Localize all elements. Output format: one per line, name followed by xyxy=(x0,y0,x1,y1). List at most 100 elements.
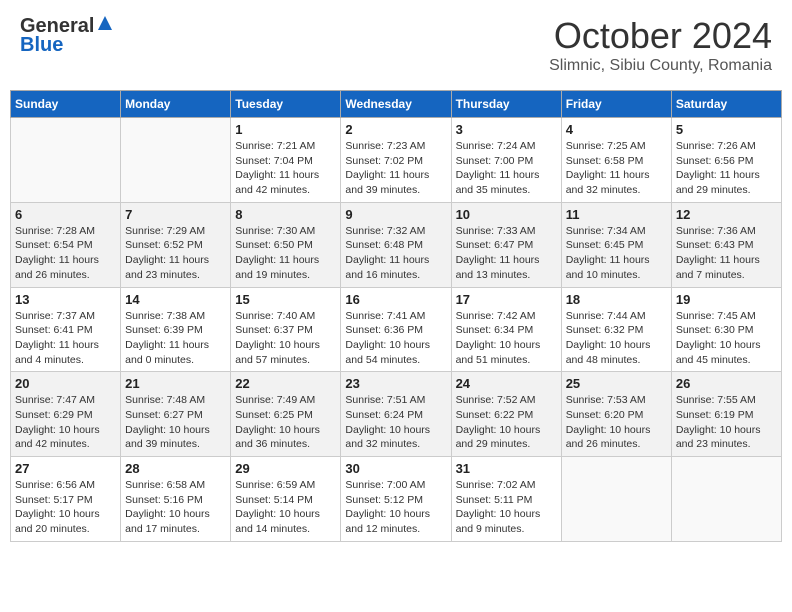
day-number: 2 xyxy=(345,122,446,137)
day-detail: Sunrise: 7:38 AMSunset: 6:39 PMDaylight:… xyxy=(125,309,226,368)
calendar-cell: 15 Sunrise: 7:40 AMSunset: 6:37 PMDayligh… xyxy=(231,287,341,372)
calendar-header-row: SundayMondayTuesdayWednesdayThursdayFrid… xyxy=(11,91,782,118)
day-detail: Sunrise: 6:56 AMSunset: 5:17 PMDaylight:… xyxy=(15,478,116,537)
day-number: 17 xyxy=(456,292,557,307)
day-detail: Sunrise: 7:30 AMSunset: 6:50 PMDaylight:… xyxy=(235,224,336,283)
day-detail: Sunrise: 7:37 AMSunset: 6:41 PMDaylight:… xyxy=(15,309,116,368)
calendar-cell: 4 Sunrise: 7:25 AMSunset: 6:58 PMDaylight… xyxy=(561,118,671,203)
calendar-cell xyxy=(11,118,121,203)
day-number: 18 xyxy=(566,292,667,307)
day-detail: Sunrise: 7:41 AMSunset: 6:36 PMDaylight:… xyxy=(345,309,446,368)
day-number: 30 xyxy=(345,461,446,476)
calendar-table: SundayMondayTuesdayWednesdayThursdayFrid… xyxy=(10,90,782,542)
day-number: 7 xyxy=(125,207,226,222)
calendar-cell: 31 Sunrise: 7:02 AMSunset: 5:11 PMDayligh… xyxy=(451,457,561,542)
day-detail: Sunrise: 7:47 AMSunset: 6:29 PMDaylight:… xyxy=(15,393,116,452)
day-number: 22 xyxy=(235,376,336,391)
calendar-cell: 10Sunrise: 7:33 AMSunset: 6:47 PMDayligh… xyxy=(451,202,561,287)
day-detail: Sunrise: 7:36 AMSunset: 6:43 PMDaylight:… xyxy=(676,224,777,283)
day-number: 24 xyxy=(456,376,557,391)
calendar-cell: 20 Sunrise: 7:47 AMSunset: 6:29 PMDayligh… xyxy=(11,372,121,457)
calendar-cell xyxy=(561,457,671,542)
day-number: 5 xyxy=(676,122,777,137)
day-detail: Sunrise: 7:55 AMSunset: 6:19 PMDaylight:… xyxy=(676,393,777,452)
day-detail: Sunrise: 7:28 AMSunset: 6:54 PMDaylight:… xyxy=(15,224,116,283)
day-number: 8 xyxy=(235,207,336,222)
day-number: 3 xyxy=(456,122,557,137)
day-detail: Sunrise: 7:02 AMSunset: 5:11 PMDaylight:… xyxy=(456,478,557,537)
calendar-cell: 25 Sunrise: 7:53 AMSunset: 6:20 PMDayligh… xyxy=(561,372,671,457)
day-detail: Sunrise: 7:00 AMSunset: 5:12 PMDaylight:… xyxy=(345,478,446,537)
day-detail: Sunrise: 7:53 AMSunset: 6:20 PMDaylight:… xyxy=(566,393,667,452)
day-number: 31 xyxy=(456,461,557,476)
calendar-cell: 28 Sunrise: 6:58 AMSunset: 5:16 PMDayligh… xyxy=(121,457,231,542)
column-header-monday: Monday xyxy=(121,91,231,118)
day-number: 21 xyxy=(125,376,226,391)
calendar-cell: 3 Sunrise: 7:24 AMSunset: 7:00 PMDaylight… xyxy=(451,118,561,203)
column-header-friday: Friday xyxy=(561,91,671,118)
calendar-cell: 2 Sunrise: 7:23 AMSunset: 7:02 PMDaylight… xyxy=(341,118,451,203)
calendar-cell: 1Sunrise: 7:21 AMSunset: 7:04 PMDaylight… xyxy=(231,118,341,203)
day-number: 26 xyxy=(676,376,777,391)
page-header: General Blue October 2024 Slimnic, Sibiu… xyxy=(10,10,782,80)
day-number: 9 xyxy=(345,207,446,222)
calendar-cell: 26 Sunrise: 7:55 AMSunset: 6:19 PMDayligh… xyxy=(671,372,781,457)
calendar-week-row: 6Sunrise: 7:28 AMSunset: 6:54 PMDaylight… xyxy=(11,202,782,287)
logo-blue-text: Blue xyxy=(20,34,63,57)
calendar-cell: 8 Sunrise: 7:30 AMSunset: 6:50 PMDaylight… xyxy=(231,202,341,287)
day-detail: Sunrise: 7:44 AMSunset: 6:32 PMDaylight:… xyxy=(566,309,667,368)
day-number: 23 xyxy=(345,376,446,391)
calendar-cell: 9Sunrise: 7:32 AMSunset: 6:48 PMDaylight… xyxy=(341,202,451,287)
day-detail: Sunrise: 7:33 AMSunset: 6:47 PMDaylight:… xyxy=(456,224,557,283)
day-detail: Sunrise: 7:42 AMSunset: 6:34 PMDaylight:… xyxy=(456,309,557,368)
calendar-cell: 12 Sunrise: 7:36 AMSunset: 6:43 PMDayligh… xyxy=(671,202,781,287)
day-detail: Sunrise: 7:40 AMSunset: 6:37 PMDaylight:… xyxy=(235,309,336,368)
day-number: 28 xyxy=(125,461,226,476)
day-number: 27 xyxy=(15,461,116,476)
calendar-week-row: 13Sunrise: 7:37 AMSunset: 6:41 PMDayligh… xyxy=(11,287,782,372)
calendar-cell: 17 Sunrise: 7:42 AMSunset: 6:34 PMDayligh… xyxy=(451,287,561,372)
day-number: 11 xyxy=(566,207,667,222)
column-header-wednesday: Wednesday xyxy=(341,91,451,118)
month-title: October 2024 xyxy=(549,15,772,57)
calendar-cell: 24Sunrise: 7:52 AMSunset: 6:22 PMDayligh… xyxy=(451,372,561,457)
day-number: 25 xyxy=(566,376,667,391)
column-header-thursday: Thursday xyxy=(451,91,561,118)
day-number: 12 xyxy=(676,207,777,222)
day-detail: Sunrise: 7:24 AMSunset: 7:00 PMDaylight:… xyxy=(456,139,557,198)
column-header-sunday: Sunday xyxy=(11,91,121,118)
calendar-cell: 22 Sunrise: 7:49 AMSunset: 6:25 PMDayligh… xyxy=(231,372,341,457)
calendar-cell xyxy=(671,457,781,542)
calendar-cell: 21Sunrise: 7:48 AMSunset: 6:27 PMDayligh… xyxy=(121,372,231,457)
column-header-saturday: Saturday xyxy=(671,91,781,118)
day-detail: Sunrise: 7:23 AMSunset: 7:02 PMDaylight:… xyxy=(345,139,446,198)
calendar-cell: 19Sunrise: 7:45 AMSunset: 6:30 PMDayligh… xyxy=(671,287,781,372)
day-number: 16 xyxy=(345,292,446,307)
day-detail: Sunrise: 7:49 AMSunset: 6:25 PMDaylight:… xyxy=(235,393,336,452)
calendar-cell: 14 Sunrise: 7:38 AMSunset: 6:39 PMDayligh… xyxy=(121,287,231,372)
day-detail: Sunrise: 7:51 AMSunset: 6:24 PMDaylight:… xyxy=(345,393,446,452)
calendar-week-row: 1Sunrise: 7:21 AMSunset: 7:04 PMDaylight… xyxy=(11,118,782,203)
calendar-week-row: 27 Sunrise: 6:56 AMSunset: 5:17 PMDayligh… xyxy=(11,457,782,542)
day-number: 14 xyxy=(125,292,226,307)
calendar-week-row: 20 Sunrise: 7:47 AMSunset: 6:29 PMDayligh… xyxy=(11,372,782,457)
day-detail: Sunrise: 6:58 AMSunset: 5:16 PMDaylight:… xyxy=(125,478,226,537)
day-detail: Sunrise: 7:26 AMSunset: 6:56 PMDaylight:… xyxy=(676,139,777,198)
day-number: 4 xyxy=(566,122,667,137)
logo-triangle-icon xyxy=(97,15,113,36)
title-area: October 2024 Slimnic, Sibiu County, Roma… xyxy=(549,15,772,75)
calendar-cell: 30 Sunrise: 7:00 AMSunset: 5:12 PMDayligh… xyxy=(341,457,451,542)
day-detail: Sunrise: 7:25 AMSunset: 6:58 PMDaylight:… xyxy=(566,139,667,198)
day-number: 19 xyxy=(676,292,777,307)
calendar-cell: 29Sunrise: 6:59 AMSunset: 5:14 PMDayligh… xyxy=(231,457,341,542)
day-detail: Sunrise: 7:21 AMSunset: 7:04 PMDaylight:… xyxy=(235,139,336,198)
calendar-cell: 27 Sunrise: 6:56 AMSunset: 5:17 PMDayligh… xyxy=(11,457,121,542)
calendar-cell xyxy=(121,118,231,203)
day-number: 15 xyxy=(235,292,336,307)
logo: General Blue xyxy=(20,15,113,57)
calendar-cell: 11Sunrise: 7:34 AMSunset: 6:45 PMDayligh… xyxy=(561,202,671,287)
calendar-cell: 16 Sunrise: 7:41 AMSunset: 6:36 PMDayligh… xyxy=(341,287,451,372)
day-number: 20 xyxy=(15,376,116,391)
calendar-cell: 6Sunrise: 7:28 AMSunset: 6:54 PMDaylight… xyxy=(11,202,121,287)
calendar-cell: 23 Sunrise: 7:51 AMSunset: 6:24 PMDayligh… xyxy=(341,372,451,457)
